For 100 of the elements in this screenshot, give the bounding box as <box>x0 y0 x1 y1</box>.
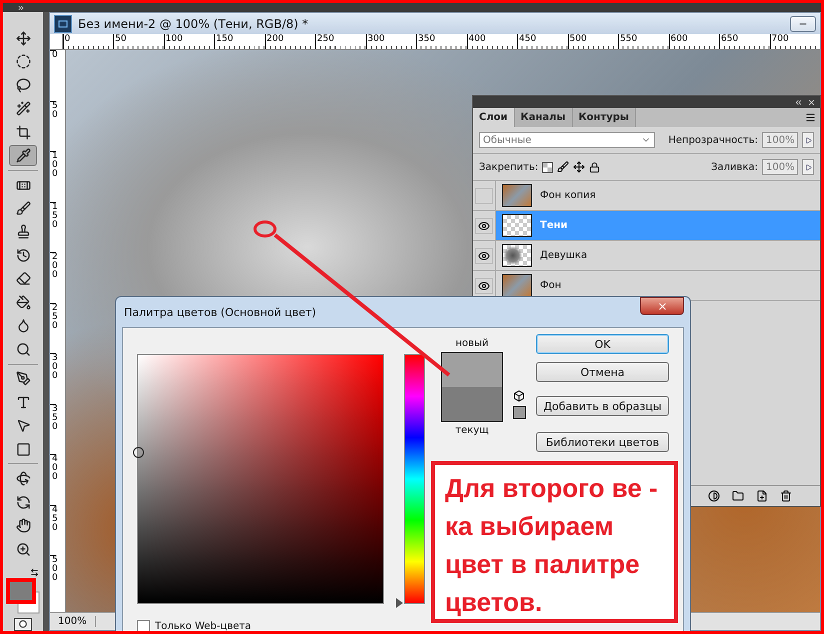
panel-tab[interactable]: Контуры <box>572 108 636 127</box>
stamp-icon <box>16 224 30 240</box>
app-logo-icon <box>54 14 72 32</box>
ruler-label: 250 <box>50 302 56 353</box>
panel-tab[interactable]: Слои <box>473 108 515 127</box>
color-swatches-drawing[interactable] <box>6 578 40 614</box>
ruler-label: 500 <box>50 555 56 606</box>
expand-icon[interactable] <box>17 4 25 12</box>
ruler-label: 350 <box>416 34 466 49</box>
ruler-label: 450 <box>50 504 56 555</box>
menu-icon <box>805 112 816 123</box>
close-button[interactable] <box>640 297 684 315</box>
fill-field[interactable]: 100% <box>762 159 798 175</box>
minimize-button[interactable] <box>790 16 816 32</box>
half-circle-icon[interactable] <box>708 490 720 502</box>
trash-icon[interactable] <box>780 490 792 502</box>
play-arrow-icon <box>804 136 812 144</box>
visibility-toggle[interactable] <box>475 278 493 294</box>
panel-tab[interactable]: Каналы <box>514 108 572 127</box>
zoom-icon <box>16 542 30 557</box>
eraser-icon <box>16 271 30 286</box>
rectangle-icon <box>16 442 30 457</box>
dialog-button[interactable]: Добавить в образцы <box>536 396 669 416</box>
ruler-label: 350 <box>50 404 56 454</box>
arrow-cursor-icon <box>16 418 30 434</box>
layer-name: Фон <box>540 280 562 291</box>
layer-row[interactable]: Девушка <box>473 241 820 271</box>
opacity-field[interactable]: 100% <box>762 132 798 148</box>
ruler-label: 150 <box>214 34 264 49</box>
tool-button[interactable] <box>9 145 37 166</box>
circle-icon <box>19 620 27 628</box>
ruler-label: 100 <box>50 151 56 202</box>
highlight-circle <box>254 220 276 238</box>
color-cursor[interactable] <box>133 447 144 458</box>
visibility-toggle[interactable] <box>475 218 493 234</box>
blend-mode-select[interactable]: Обычные <box>479 132 655 148</box>
layer-name: Девушка <box>540 250 588 261</box>
checkbox[interactable] <box>137 620 150 631</box>
paint-bucket-icon <box>16 294 30 310</box>
ruler-label: 200 <box>50 252 56 302</box>
play-arrow-icon <box>804 164 812 170</box>
cube-icon[interactable] <box>513 390 525 402</box>
visibility-toggle[interactable] <box>475 248 493 264</box>
drop-icon <box>16 318 30 334</box>
web-color-swatch[interactable] <box>513 406 526 419</box>
folder-icon[interactable] <box>732 490 744 502</box>
new-color-label: новый <box>456 338 488 349</box>
color-comparison-swatch <box>441 352 503 422</box>
history-brush-icon <box>16 248 30 263</box>
ruler-label: 650 <box>719 34 770 49</box>
dialog-title: Палитра цветов (Основной цвет) <box>124 306 316 318</box>
move-lock-icon[interactable] <box>573 161 586 173</box>
dialog-button[interactable]: Отмена <box>536 362 669 382</box>
move-icon <box>16 30 30 46</box>
ruler-label: 250 <box>315 34 366 49</box>
eye-icon <box>478 280 490 292</box>
visibility-toggle[interactable] <box>475 188 493 204</box>
checker-lock-icon[interactable] <box>542 162 554 172</box>
lock-icon[interactable] <box>589 162 600 172</box>
lock-label: Закрепить: <box>479 162 538 172</box>
fill-label: Заливка: <box>711 162 758 172</box>
ruler-label: 150 <box>50 202 56 252</box>
eyedropper-icon <box>16 148 30 164</box>
hand-icon <box>16 518 30 534</box>
fill-arrow-button[interactable] <box>802 159 814 175</box>
layer-row[interactable]: Фон копия <box>473 181 820 211</box>
type-icon <box>16 394 30 410</box>
close-icon <box>656 300 668 312</box>
close-icon[interactable] <box>807 98 816 106</box>
opacity-arrow-button[interactable] <box>802 132 814 148</box>
brush-lock-icon[interactable] <box>557 161 570 173</box>
lasso-icon <box>16 78 30 93</box>
dialog-button[interactable]: OK <box>536 334 669 354</box>
ruler-label: 50 <box>50 100 56 151</box>
new-page-icon[interactable] <box>756 490 768 502</box>
annotation-text: Для второго ве - ка выбираем цвет в палитре цветов. <box>445 472 659 619</box>
current-color-label: текущ <box>455 425 489 436</box>
ruler-label: 300 <box>50 353 56 404</box>
swap-icon[interactable] <box>30 568 39 578</box>
document-title: Без имени-2 @ 100% (Тени, RGB/8) * <box>78 16 310 30</box>
collapse-icon[interactable] <box>794 98 803 106</box>
opacity-label: Непрозрачность: <box>668 134 758 146</box>
marquee-icon <box>16 54 30 70</box>
ruler-label: 0 <box>50 50 56 100</box>
magnifier-icon <box>16 342 30 357</box>
crop-icon <box>16 124 30 140</box>
brush-icon <box>16 201 30 216</box>
hue-thumb[interactable] <box>396 598 403 608</box>
ruler-label: 50 <box>113 34 164 49</box>
eye-icon <box>478 250 490 262</box>
checkbox-label: Только Web-цвета <box>155 621 252 631</box>
zoom-level: 100% <box>50 616 96 627</box>
layer-name: Фон копия <box>540 190 596 201</box>
quick-mask-button[interactable] <box>14 618 32 631</box>
dialog-button[interactable]: Библиотеки цветов <box>536 432 669 452</box>
layer-name: Тени <box>540 220 568 231</box>
ruler-label: 450 <box>517 34 568 49</box>
wand-icon <box>16 101 30 116</box>
pen-icon <box>16 371 30 386</box>
orbit-icon <box>16 494 30 510</box>
